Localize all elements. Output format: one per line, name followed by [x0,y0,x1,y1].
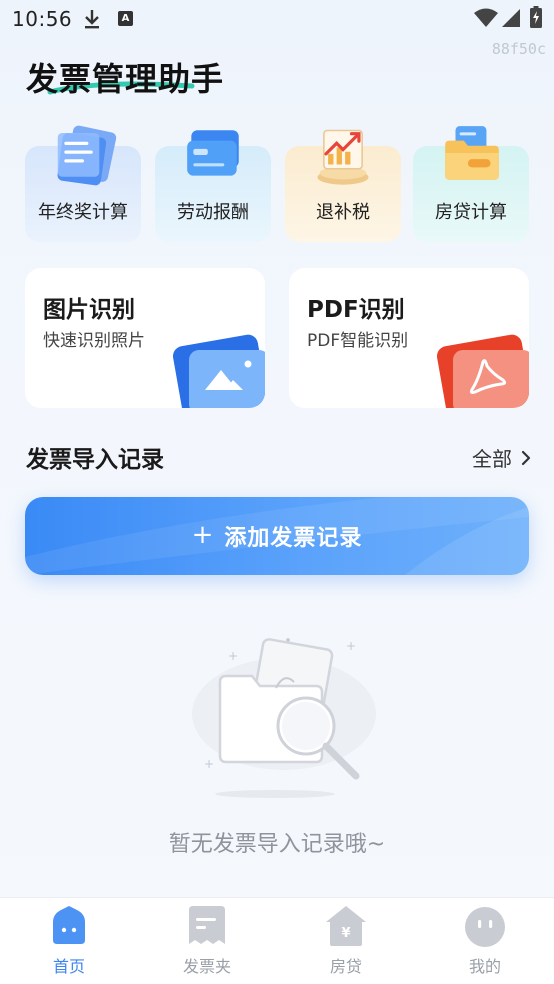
card-subtitle: 快速识别照片 [43,331,145,351]
svg-text:+: + [346,639,356,653]
trend-chart-icon [317,129,369,185]
pdf-icon [436,334,529,408]
add-invoice-record-button[interactable]: + 添加发票记录 [25,497,529,575]
house-icon: ¥ [326,906,366,946]
tool-labor-pay[interactable]: 劳动报酬 [155,130,271,242]
a-badge-icon: A [118,11,133,26]
status-time: 10:56 [12,7,73,31]
tool-mortgage-calc[interactable]: 房贷计算 [413,126,529,242]
nav-label: 首页 [52,957,85,976]
profile-icon [465,907,505,947]
pdf-recognition-card[interactable]: PDF识别 PDF智能识别 [289,268,529,408]
image-icon [172,334,265,408]
card-icon [187,130,239,176]
status-bar: 10:56 A [0,0,554,38]
empty-folder-magnifier-illustration: + + + [192,638,376,798]
nav-label: 我的 [468,957,501,976]
svg-text:+: + [228,649,238,663]
document-stack-icon [57,125,117,186]
svg-text:+: + [204,757,214,771]
nav-item-profile[interactable]: 我的 [416,898,554,984]
card-subtitle: PDF智能识别 [307,331,409,351]
nav-label: 房贷 [329,957,362,976]
section-title: 发票导入记录 [26,447,164,473]
see-all-label: 全部 [472,447,512,471]
svg-text:¥: ¥ [341,926,350,941]
signal-icon [502,9,520,27]
image-recognition-card[interactable]: 图片识别 快速识别照片 [25,268,265,408]
folder-icon [445,126,499,180]
download-icon [85,10,99,29]
tool-label: 房贷计算 [435,202,507,223]
invoice-folder-icon [189,906,225,944]
nav-label: 发票夹 [182,957,231,976]
empty-state-text: 暂无发票导入记录哦~ [168,832,386,857]
plus-icon: + [191,520,215,550]
bottom-nav: 首页 发票夹 ¥ 房贷 我的 [0,897,554,984]
add-button-label: 添加发票记录 [224,526,363,551]
tool-tax-refund[interactable]: 退补税 [285,129,401,242]
battery-charging-icon [530,6,542,28]
nav-item-invoice-folder[interactable]: 发票夹 [138,898,276,984]
tool-label: 劳动报酬 [177,202,249,223]
tool-label: 年终奖计算 [38,202,128,223]
card-title: PDF识别 [307,297,405,323]
tool-year-end-bonus[interactable]: 年终奖计算 [25,125,141,242]
nav-item-mortgage[interactable]: ¥ 房贷 [277,898,415,984]
nav-item-home[interactable]: 首页 [0,898,138,984]
wifi-icon [474,8,498,27]
debug-code: 88f50c [491,40,546,58]
see-all-link[interactable]: 全部 [472,443,532,472]
tool-label: 退补税 [316,202,370,223]
chevron-right-icon [521,450,531,465]
card-title: 图片识别 [43,297,135,323]
home-icon [53,906,85,944]
page-title: 发票管理助手 [26,60,225,98]
